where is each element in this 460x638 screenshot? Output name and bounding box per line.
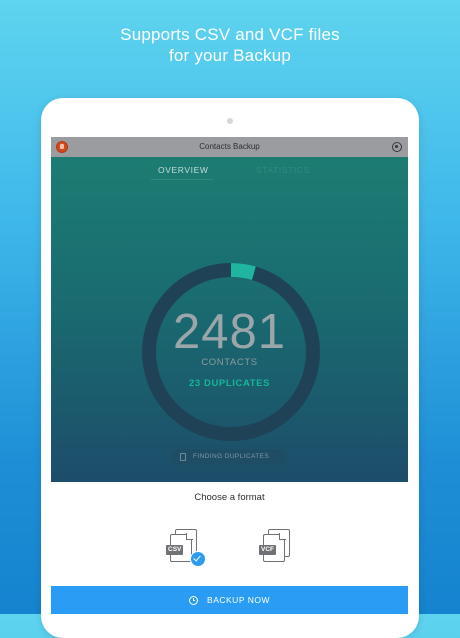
format-option-vcf[interactable]: VCF: [259, 529, 295, 567]
tab-overview[interactable]: OVERVIEW: [158, 165, 208, 175]
app-title: Contacts Backup: [199, 142, 260, 151]
format-title: Choose a format: [194, 492, 265, 503]
backup-now-label: BACKUP NOW: [207, 595, 270, 605]
contacts-count: 2481: [172, 305, 286, 359]
format-option-csv[interactable]: CSV: [166, 529, 206, 567]
contacts-count-label: CONTACTS: [201, 357, 258, 368]
duplicates-count[interactable]: 23 DUPLICATES: [51, 378, 408, 389]
document-icon: [180, 453, 186, 461]
promo-headline: Supports CSV and VCF files for your Back…: [0, 24, 460, 66]
backup-now-button[interactable]: BACKUP NOW: [51, 586, 408, 614]
csv-tag: CSV: [166, 545, 184, 555]
status-pill: FINDING DUPLICATES: [171, 449, 287, 465]
vcf-tag: VCF: [259, 545, 276, 555]
settings-icon[interactable]: [392, 142, 402, 152]
checkmark-icon: [190, 551, 206, 567]
promo-headline-line-2: for your Backup: [168, 46, 292, 65]
app-screen: Contacts Backup OVERVIEW STATISTICS 2481…: [51, 137, 408, 614]
app-title-bar: Contacts Backup: [51, 137, 408, 157]
promo-headline-line-1: Supports CSV and VCF files: [120, 25, 340, 44]
clock-icon: [189, 595, 199, 605]
overview-panel: OVERVIEW STATISTICS 2481 CONTACTS 23 DUP…: [51, 157, 408, 482]
status-text: FINDING DUPLICATES: [193, 453, 270, 460]
active-tab-indicator: [151, 179, 213, 180]
tablet-camera: [227, 118, 233, 124]
tab-statistics[interactable]: STATISTICS: [256, 165, 310, 175]
